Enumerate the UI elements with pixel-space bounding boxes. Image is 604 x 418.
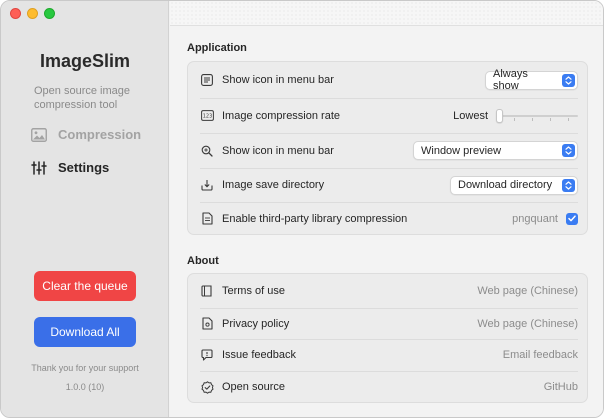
save-directory-row: Image save directory Download directory xyxy=(188,168,589,202)
title-bar xyxy=(170,1,603,26)
chevron-up-down-icon xyxy=(562,73,575,87)
image-icon xyxy=(31,127,47,142)
checkmark-icon xyxy=(568,215,576,222)
version-text: 1.0.0 (10) xyxy=(65,382,105,392)
application-group: Show icon in menu bar Always show 123 Im… xyxy=(187,61,588,235)
privacy-policy-row[interactable]: Privacy policy Web page (Chinese) xyxy=(188,308,589,339)
issue-feedback-row[interactable]: Issue feedback Email feedback xyxy=(188,339,589,371)
application-section-title: Application xyxy=(187,42,247,54)
library-name: pngquant xyxy=(512,212,558,225)
row-label: Image save directory xyxy=(222,179,325,191)
checkmark-seal-icon xyxy=(200,380,214,394)
terms-of-use-link[interactable]: Web page (Chinese) xyxy=(477,285,578,297)
slider-value-label: Lowest xyxy=(453,109,488,122)
slider-tick xyxy=(550,117,551,121)
minimize-window-button[interactable] xyxy=(27,8,38,19)
tray-download-icon xyxy=(200,178,214,192)
app-subtitle: Open source image compression tool xyxy=(34,85,130,111)
select-value: Window preview xyxy=(421,144,502,157)
select-value: Download directory xyxy=(458,179,553,191)
third-party-compression-row: Enable third-party library compression p… xyxy=(188,202,589,235)
feedback-bubble-icon xyxy=(200,348,214,362)
compression-rate-slider[interactable] xyxy=(496,108,578,123)
document-icon xyxy=(200,212,214,226)
sidebar-item-compression[interactable]: Compression xyxy=(31,127,141,142)
sidebar: ImageSlim Open source image compression … xyxy=(1,1,169,417)
about-group: Terms of use Web page (Chinese) Privacy … xyxy=(187,273,588,403)
select-value: Always show xyxy=(493,68,528,92)
row-label: Terms of use xyxy=(222,285,285,297)
compression-rate-control: Lowest xyxy=(453,108,578,123)
row-label: Enable third-party library compression xyxy=(222,212,408,225)
preview-mode-row: Show icon in menu bar Window preview xyxy=(188,133,589,168)
row-label: Open source xyxy=(222,381,285,393)
slider-tick xyxy=(568,117,569,121)
sliders-icon xyxy=(31,160,47,175)
privacy-document-icon xyxy=(200,317,214,331)
app-window: ImageSlim Open source image compression … xyxy=(0,0,604,418)
close-window-button[interactable] xyxy=(10,8,21,19)
zoom-window-button[interactable] xyxy=(44,8,55,19)
sidebar-item-settings[interactable]: Settings xyxy=(31,160,109,175)
book-icon xyxy=(200,284,214,298)
menu-bar-icon-row: Show icon in menu bar Always show xyxy=(188,62,589,98)
preview-mode-select[interactable]: Window preview xyxy=(413,141,578,160)
save-directory-select[interactable]: Download directory xyxy=(450,175,578,195)
settings-panel: Application Show icon in menu bar Always… xyxy=(170,1,603,417)
email-feedback-link[interactable]: Email feedback xyxy=(503,349,578,361)
menu-bar-icon xyxy=(200,73,214,87)
slider-tick xyxy=(532,117,533,121)
open-source-row[interactable]: Open source GitHub xyxy=(188,371,589,403)
slider-track xyxy=(496,114,578,117)
github-link[interactable]: GitHub xyxy=(544,381,578,393)
row-label: Issue feedback xyxy=(222,349,296,361)
slider-tick xyxy=(514,117,515,121)
chevron-up-down-icon xyxy=(562,144,575,157)
slider-knob[interactable] xyxy=(496,108,503,123)
svg-text:123: 123 xyxy=(202,114,212,120)
menu-bar-visibility-select[interactable]: Always show xyxy=(485,68,578,92)
zoom-icon xyxy=(200,144,214,158)
about-section-title: About xyxy=(187,255,219,267)
privacy-policy-link[interactable]: Web page (Chinese) xyxy=(477,318,578,330)
terms-of-use-row[interactable]: Terms of use Web page (Chinese) xyxy=(188,274,589,308)
row-label: Image compression rate xyxy=(222,109,340,122)
compression-rate-row: 123 Image compression rate Lowest xyxy=(188,98,589,133)
thanks-text: Thank you for your support xyxy=(31,363,139,373)
app-title: ImageSlim xyxy=(39,51,131,71)
row-label: Show icon in menu bar xyxy=(222,144,334,157)
download-all-button[interactable]: Download All xyxy=(34,317,136,347)
third-party-compression-checkbox[interactable] xyxy=(566,212,578,225)
traffic-lights xyxy=(10,8,55,19)
row-label: Privacy policy xyxy=(222,317,290,330)
clear-queue-button[interactable]: Clear the queue xyxy=(34,271,136,301)
row-label: Show icon in menu bar xyxy=(222,74,334,86)
sidebar-item-label: Compression xyxy=(58,127,142,142)
chevron-up-down-icon xyxy=(562,178,575,192)
sidebar-item-label: Settings xyxy=(58,160,110,175)
rate-123-icon: 123 xyxy=(200,109,214,123)
